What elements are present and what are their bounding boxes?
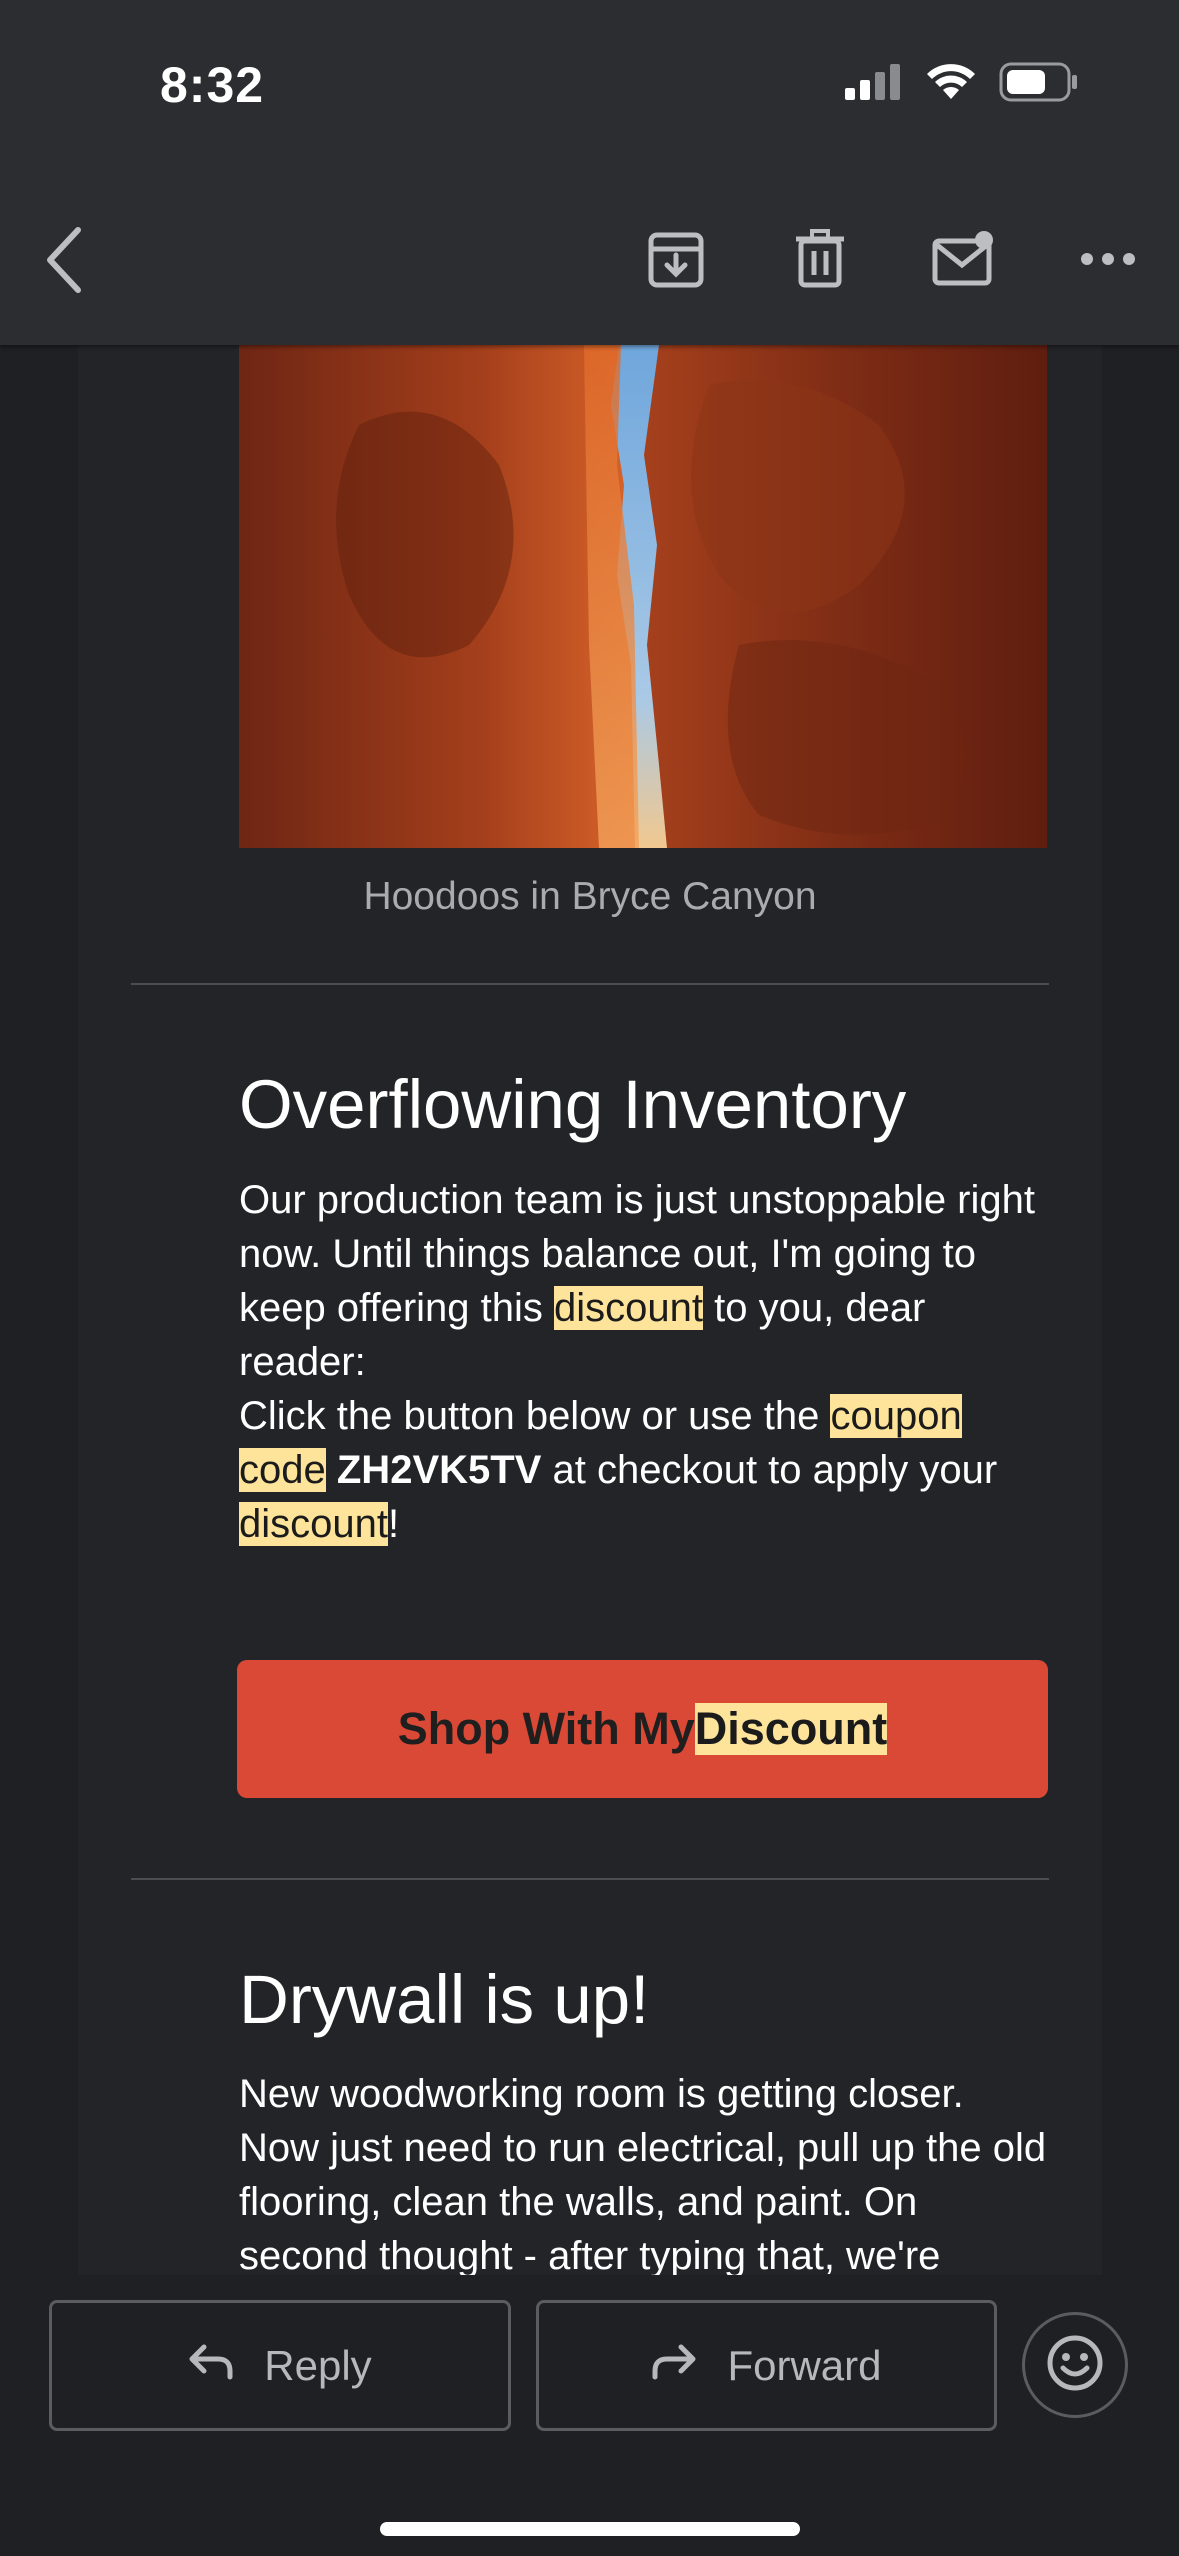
message-actions [635, 222, 1149, 300]
cellular-signal-icon [845, 64, 903, 105]
section-title-drywall: Drywall is up! [239, 1961, 650, 2038]
mark-unread-button[interactable] [923, 222, 1005, 300]
image-caption: Hoodoos in Bryce Canyon [363, 875, 817, 918]
home-indicator[interactable] [380, 2522, 800, 2536]
forward-icon [651, 2341, 697, 2391]
email-body[interactable]: Hoodoos in Bryce Canyon Overflowing Inve… [0, 345, 1179, 2275]
top-bar: 8:32 [0, 0, 1179, 345]
smiley-icon [1046, 2334, 1104, 2397]
archive-icon [647, 229, 705, 294]
reply-button[interactable]: Reply [49, 2300, 511, 2431]
forward-label: Forward [727, 2341, 882, 2389]
archive-button[interactable] [635, 222, 717, 300]
highlighted-text: Discount [694, 1703, 888, 1755]
section-title-inventory: Overflowing Inventory [239, 1066, 907, 1143]
reply-label: Reply [264, 2341, 372, 2389]
paragraph-text: at checkout to apply your [541, 1448, 998, 1492]
section-divider [131, 1878, 1049, 1880]
highlighted-text: discount [554, 1286, 704, 1330]
delete-button[interactable] [779, 222, 861, 300]
status-time: 8:32 [160, 57, 265, 113]
forward-button[interactable]: Forward [536, 2300, 997, 2431]
shop-discount-button[interactable]: Shop With My Discount [237, 1660, 1048, 1798]
wifi-icon [925, 63, 977, 106]
chevron-left-icon [40, 227, 90, 304]
paragraph-text: ! [387, 1502, 400, 1546]
inventory-paragraph: Our production team is just unstoppable … [239, 1173, 1049, 1389]
status-icons [845, 62, 1079, 107]
more-icon [1080, 252, 1136, 271]
highlighted-text: discount [239, 1502, 388, 1546]
drywall-paragraph: New woodworking room is getting closer. … [239, 2072, 1047, 2275]
back-button[interactable] [40, 220, 90, 300]
trash-icon [794, 228, 846, 294]
more-button[interactable] [1067, 222, 1149, 300]
bottom-bar: Reply Forward [0, 2275, 1179, 2556]
paragraph-text: Click the button below or use the [239, 1394, 831, 1438]
battery-icon [999, 62, 1079, 107]
emoji-reaction-button[interactable] [1022, 2312, 1128, 2418]
coupon-code: ZH2VK5TV [336, 1448, 542, 1492]
email-card: Hoodoos in Bryce Canyon Overflowing Inve… [78, 345, 1102, 2275]
coupon-paragraph: Click the button below or use the coupon… [239, 1389, 1049, 1551]
mark-unread-icon [932, 229, 996, 294]
button-label: Shop With My [397, 1703, 695, 1754]
reply-icon [188, 2341, 234, 2391]
section-divider [131, 983, 1049, 985]
canyon-photo [239, 345, 1047, 848]
